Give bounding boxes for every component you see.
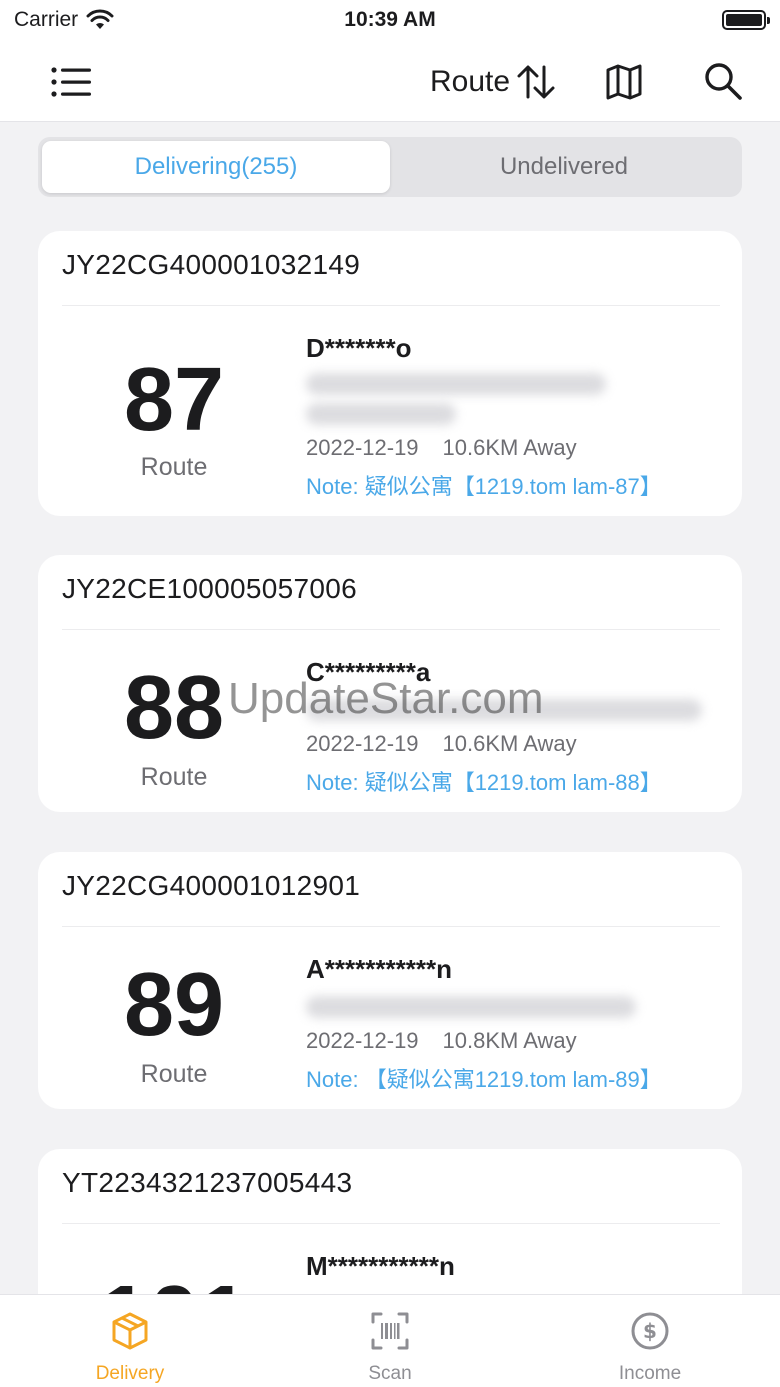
map-icon[interactable] bbox=[602, 62, 646, 102]
card-divider bbox=[62, 1223, 720, 1224]
route-number: 87 bbox=[123, 350, 225, 450]
route-label: Route bbox=[140, 763, 208, 791]
tracking-id: JY22CG400001012901 bbox=[62, 870, 361, 901]
order-note: Note: 【疑似公寓1219.tom lam-89】 bbox=[306, 1067, 662, 1092]
tracking-id: YT2234321237005443 bbox=[62, 1167, 353, 1198]
order-meta: 2022-12-19 10.6KM Away bbox=[306, 435, 577, 461]
svg-text:$: $ bbox=[643, 1319, 657, 1343]
tab-income[interactable]: $ Income bbox=[520, 1295, 780, 1387]
route-sort-label: Route bbox=[430, 65, 511, 98]
segment-delivering[interactable]: Delivering(255) bbox=[42, 141, 390, 193]
card-divider bbox=[62, 926, 720, 927]
segment-undelivered[interactable]: Undelivered bbox=[390, 141, 738, 193]
order-meta: 2022-12-19 10.6KM Away bbox=[306, 731, 577, 757]
route-label: Route bbox=[140, 453, 208, 481]
route-sort-button[interactable]: Route bbox=[430, 62, 556, 102]
order-meta: 2022-12-19 10.8KM Away bbox=[306, 1028, 577, 1054]
recipient-name: A***********n bbox=[306, 954, 452, 984]
barcode-scan-icon bbox=[371, 1312, 409, 1350]
order-distance: 10.8KM Away bbox=[442, 1028, 577, 1053]
order-card[interactable]: JY22CE100005057006 88 Route C*********a … bbox=[38, 555, 742, 812]
nav-bar: Route bbox=[0, 44, 780, 122]
route-number: 88 bbox=[123, 658, 225, 758]
tab-bar: Delivery Scan $ Income bbox=[0, 1294, 780, 1387]
blurred-address bbox=[306, 996, 636, 1018]
route-label: Route bbox=[140, 1060, 208, 1088]
card-divider bbox=[62, 629, 720, 630]
status-bar: Carrier 10:39 AM bbox=[0, 0, 780, 44]
order-note: Note: 疑似公寓【1219.tom lam-88】 bbox=[306, 770, 662, 795]
tab-income-label: Income bbox=[618, 1363, 682, 1384]
order-note: Note: 疑似公寓【1219.tom lam-87】 bbox=[306, 474, 662, 499]
route-number: 89 bbox=[123, 955, 225, 1055]
blurred-address bbox=[306, 373, 606, 395]
battery-icon bbox=[722, 10, 770, 30]
tab-delivery-label: Delivery bbox=[95, 1363, 165, 1384]
recipient-name: C*********a bbox=[306, 657, 431, 687]
order-distance: 10.6KM Away bbox=[442, 435, 577, 460]
tab-scan-label: Scan bbox=[368, 1363, 412, 1384]
order-distance: 10.6KM Away bbox=[442, 731, 577, 756]
recipient-name: D*******o bbox=[306, 333, 412, 363]
menu-list-icon[interactable] bbox=[48, 62, 94, 102]
order-date: 2022-12-19 bbox=[306, 435, 419, 460]
blurred-address bbox=[306, 699, 702, 721]
order-date: 2022-12-19 bbox=[306, 731, 419, 756]
recipient-name: M***********n bbox=[306, 1251, 455, 1281]
tracking-id: JY22CG400001032149 bbox=[62, 249, 361, 280]
order-card[interactable]: JY22CG400001032149 87 Route D*******o 20… bbox=[38, 231, 742, 516]
blurred-address bbox=[306, 403, 456, 425]
delivery-status-segmented-control: Delivering(255) Undelivered bbox=[38, 137, 742, 197]
status-time: 10:39 AM bbox=[344, 8, 436, 31]
tab-delivery[interactable]: Delivery bbox=[0, 1295, 260, 1387]
search-icon[interactable] bbox=[702, 60, 744, 102]
tracking-id: JY22CE100005057006 bbox=[62, 573, 357, 604]
package-icon bbox=[112, 1312, 148, 1350]
order-card[interactable]: JY22CG400001012901 89 Route A***********… bbox=[38, 852, 742, 1109]
card-divider bbox=[62, 305, 720, 306]
tab-scan[interactable]: Scan bbox=[260, 1295, 520, 1387]
sort-arrows-icon bbox=[517, 65, 555, 99]
order-date: 2022-12-19 bbox=[306, 1028, 419, 1053]
dollar-circle-icon: $ bbox=[631, 1312, 669, 1350]
